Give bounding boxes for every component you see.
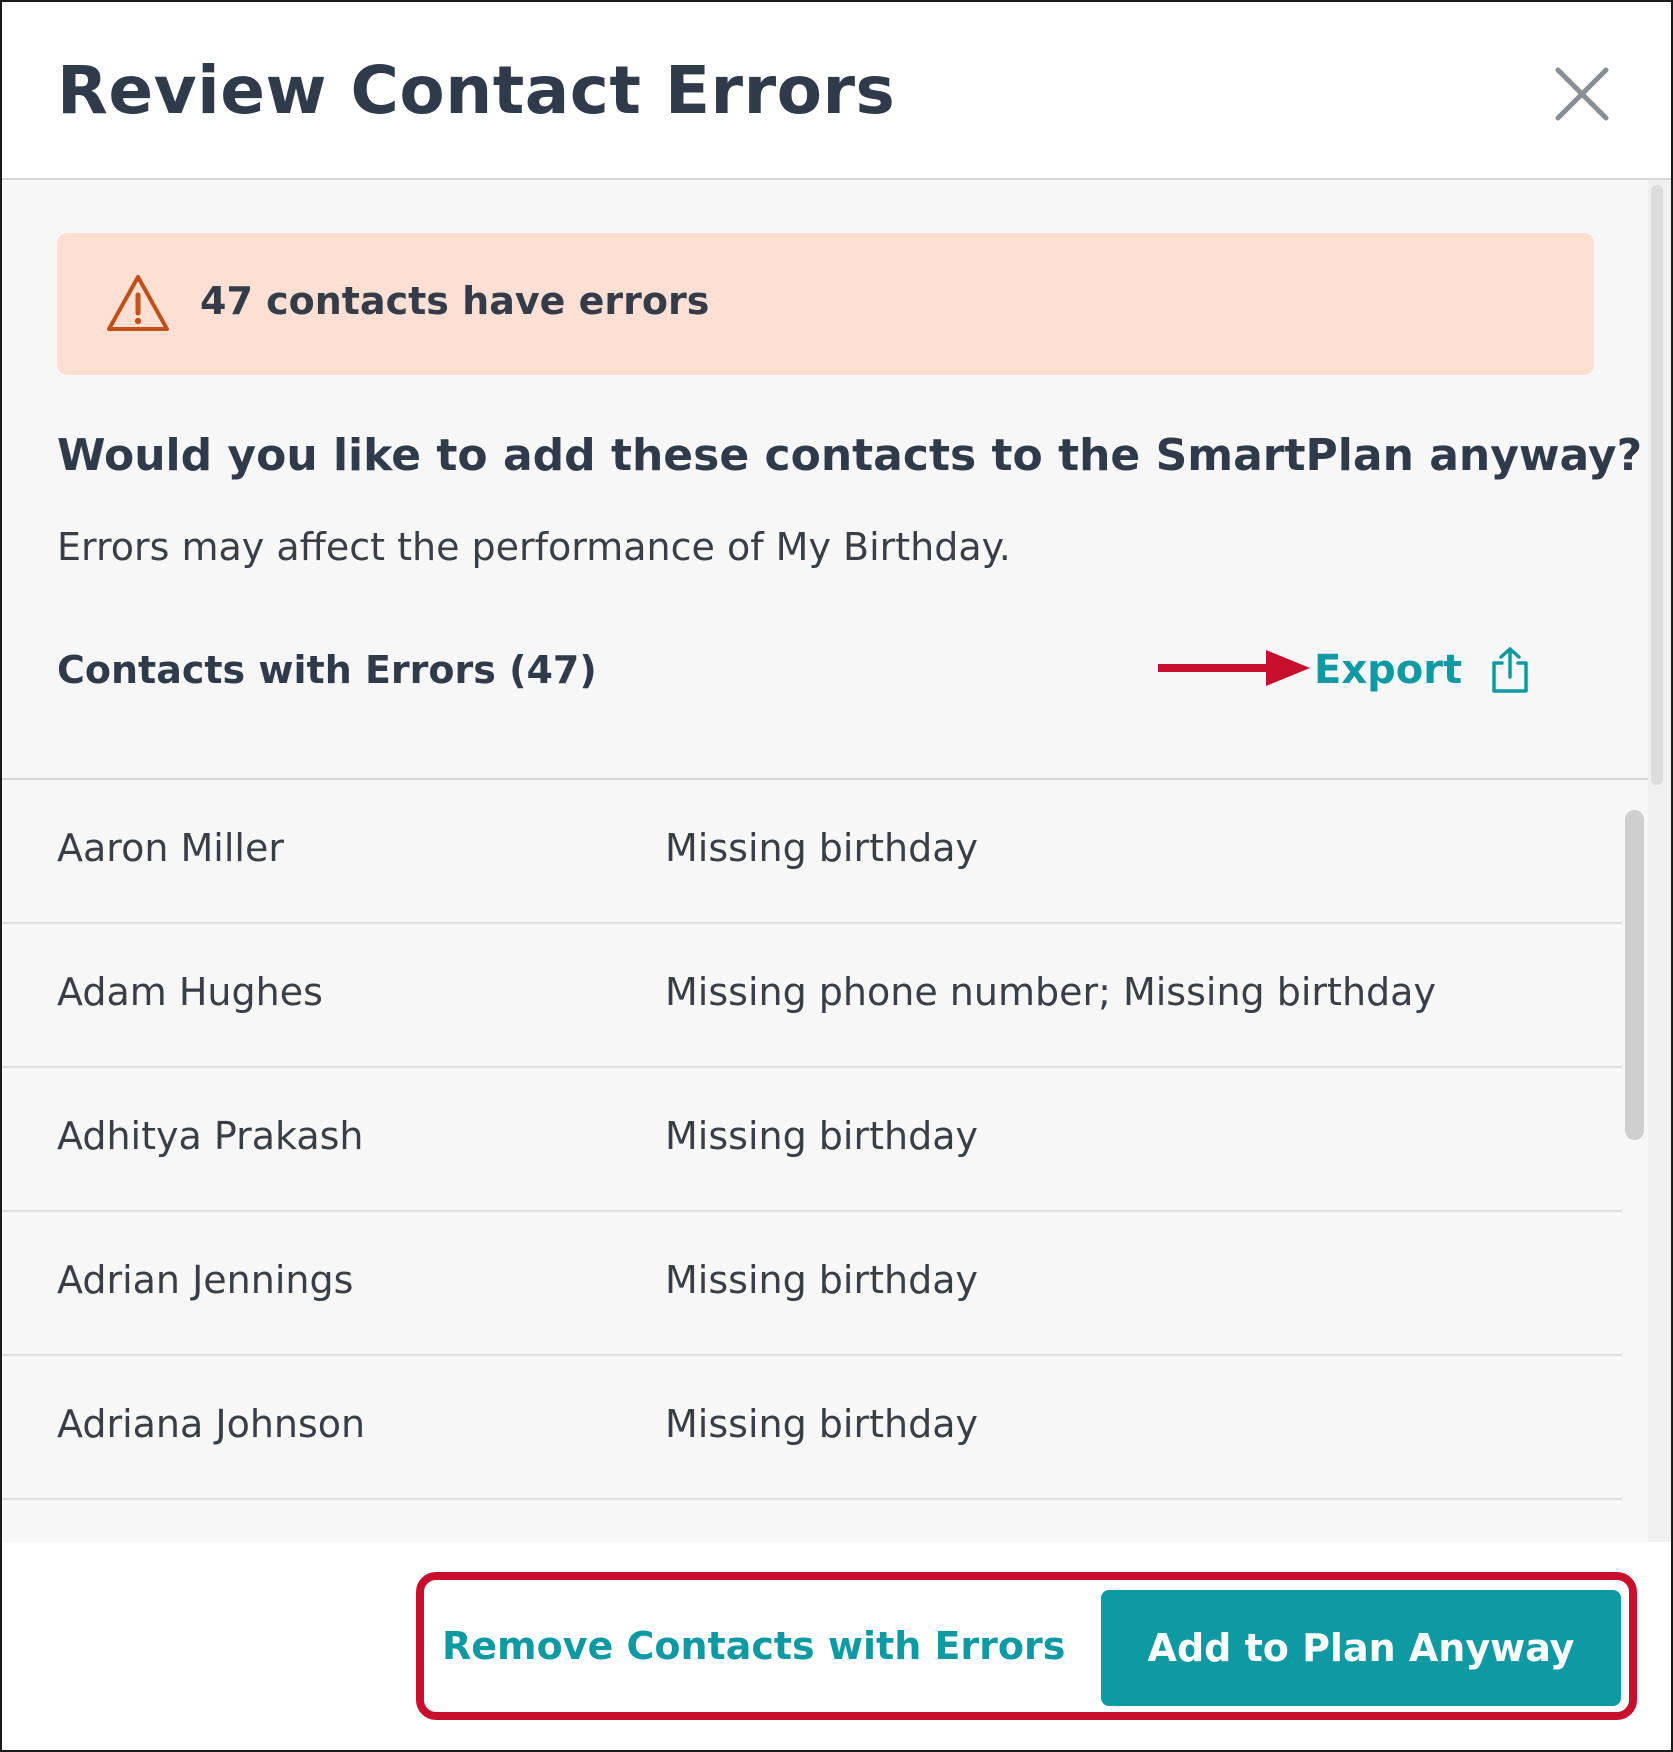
contact-error: Missing birthday: [665, 826, 978, 870]
share-export-icon: [1492, 647, 1528, 693]
dialog-body: 47 contacts have errors Would you like t…: [2, 180, 1671, 1542]
contacts-with-errors-heading: Contacts with Errors (47): [57, 648, 597, 692]
contact-name: Adriana Johnson: [57, 1402, 366, 1446]
dialog-scrollbar-thumb[interactable]: [1651, 185, 1663, 785]
contact-error: Missing birthday: [665, 1258, 978, 1302]
export-label: Export: [1314, 647, 1463, 693]
remove-contacts-with-errors-button[interactable]: Remove Contacts with Errors: [442, 1596, 1065, 1696]
confirmation-question: Would you like to add these contacts to …: [57, 430, 1643, 481]
table-row: Adriana Johnson Missing birthday: [2, 1356, 1622, 1500]
contact-error: Missing phone number; Missing birthday: [665, 970, 1436, 1014]
red-arrow-icon: [1158, 650, 1310, 686]
contact-name: Adhitya Prakash: [57, 1114, 364, 1158]
table-row: Adhitya Prakash Missing birthday: [2, 1068, 1622, 1212]
contact-error: Missing birthday: [665, 1402, 978, 1446]
contact-name: Adam Hughes: [57, 970, 323, 1014]
list-scrollbar-thumb[interactable]: [1625, 810, 1644, 1140]
contact-name: Adrian Jennings: [57, 1258, 354, 1302]
review-contact-errors-dialog: Review Contact Errors 47 contacts have e…: [0, 0, 1673, 1752]
table-row: Adrian Jennings Missing birthday: [2, 1212, 1622, 1356]
contact-error: Missing birthday: [665, 1114, 978, 1158]
table-row: Aaron Miller Missing birthday: [2, 780, 1622, 924]
alert-message: 47 contacts have errors: [200, 279, 710, 323]
warning-triangle-icon: [107, 275, 169, 331]
dialog-footer: Remove Contacts with Errors Add to Plan …: [2, 1542, 1671, 1750]
close-button[interactable]: [1550, 62, 1614, 126]
add-to-plan-anyway-button[interactable]: Add to Plan Anyway: [1101, 1590, 1621, 1706]
close-icon: [1555, 67, 1609, 121]
table-row: Adam Hughes Missing phone number; Missin…: [2, 924, 1622, 1068]
export-button[interactable]: Export: [1314, 642, 1532, 698]
performance-warning-text: Errors may affect the performance of My …: [57, 525, 1011, 569]
dialog-header: Review Contact Errors: [2, 2, 1671, 180]
contact-name: Aaron Miller: [57, 826, 284, 870]
error-alert-banner: 47 contacts have errors: [57, 233, 1594, 375]
contacts-error-list: Aaron Miller Missing birthday Adam Hughe…: [2, 780, 1622, 1542]
dialog-title: Review Contact Errors: [57, 52, 896, 129]
